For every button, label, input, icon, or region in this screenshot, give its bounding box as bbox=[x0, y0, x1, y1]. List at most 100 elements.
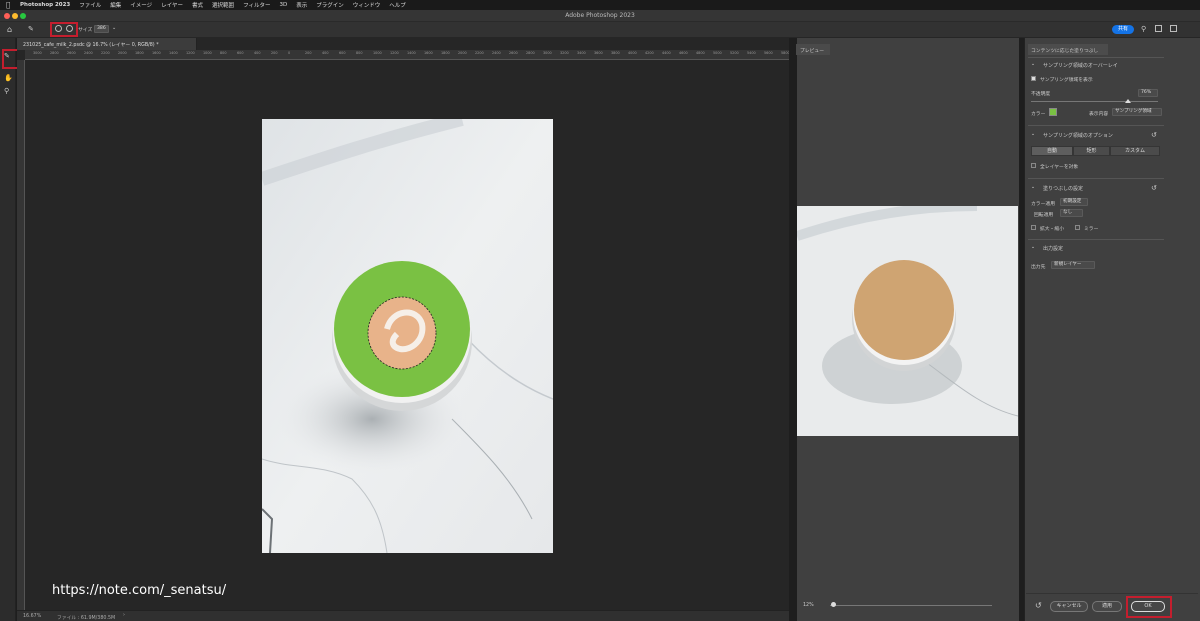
size-input[interactable]: 386 bbox=[94, 25, 109, 33]
rotation-adapt-select[interactable]: なし bbox=[1060, 209, 1083, 217]
ruler-tick: 1400 bbox=[407, 51, 416, 55]
sampling-mode-rectangle[interactable]: 矩形 bbox=[1073, 146, 1110, 156]
ruler-tick: 5200 bbox=[730, 51, 739, 55]
preview-zoom-thumb[interactable] bbox=[831, 602, 836, 607]
ruler-tick: 1800 bbox=[135, 51, 144, 55]
scale-checkbox[interactable] bbox=[1031, 225, 1036, 230]
output-select[interactable]: 新規レイヤー bbox=[1051, 261, 1095, 269]
divider bbox=[1028, 178, 1164, 179]
overlay-color-swatch[interactable] bbox=[1049, 108, 1057, 116]
menu-item-image[interactable]: イメージ bbox=[130, 1, 152, 9]
ok-highlight-box bbox=[1126, 596, 1172, 618]
sampling-mode-custom[interactable]: カスタム bbox=[1110, 146, 1160, 156]
opacity-slider[interactable] bbox=[1031, 101, 1158, 102]
menu-app-name[interactable]: Photoshop 2023 bbox=[20, 2, 70, 8]
ruler-tick: 1600 bbox=[424, 51, 433, 55]
indicates-label: 表示内容 bbox=[1089, 112, 1109, 117]
rotation-adapt-label: 回転適用 bbox=[1034, 213, 1054, 218]
color-adapt-label: カラー適用 bbox=[1031, 202, 1055, 207]
reset-fill-icon[interactable]: ↺ bbox=[1151, 184, 1157, 192]
menu-item-filter[interactable]: フィルター bbox=[243, 1, 270, 9]
output-section-title[interactable]: 出力設定 bbox=[1043, 245, 1063, 252]
ruler-tick: 3400 bbox=[577, 51, 586, 55]
mirror-checkbox[interactable] bbox=[1075, 225, 1080, 230]
ruler-tick: 3600 bbox=[594, 51, 603, 55]
opacity-input[interactable]: 76% bbox=[1138, 89, 1158, 97]
menu-item-window[interactable]: ウィンドウ bbox=[353, 1, 381, 9]
collapse-chevron-icon[interactable]: ⌄ bbox=[1031, 245, 1035, 250]
ruler-tick: 600 bbox=[339, 51, 346, 55]
overlay-color-label: カラー bbox=[1031, 112, 1046, 117]
color-adapt-select[interactable]: 初期設定 bbox=[1060, 198, 1088, 206]
hand-tool-icon[interactable]: ✋ bbox=[4, 74, 13, 82]
overlay-section-title[interactable]: サンプリング領域のオーバーレイ bbox=[1043, 62, 1118, 69]
show-sampling-checkbox[interactable] bbox=[1031, 76, 1036, 81]
collapse-chevron-icon[interactable]: ⌄ bbox=[1031, 62, 1035, 67]
ruler-tick: 1200 bbox=[390, 51, 399, 55]
menu-item-layer[interactable]: レイヤー bbox=[161, 1, 183, 9]
opacity-slider-thumb[interactable] bbox=[1124, 99, 1131, 103]
mirror-label: ミラー bbox=[1084, 227, 1099, 232]
menu-item-view[interactable]: 表示 bbox=[296, 1, 307, 9]
ruler-tick: 1800 bbox=[441, 51, 450, 55]
fill-settings-title[interactable]: 塗りつぶしの設定 bbox=[1043, 185, 1083, 192]
sampling-section-title[interactable]: サンプリング領域のオプション bbox=[1043, 132, 1113, 139]
collapse-chevron-icon[interactable]: ⌄ bbox=[1031, 132, 1035, 137]
menu-item-help[interactable]: ヘルプ bbox=[389, 1, 406, 9]
ruler-tick: 4400 bbox=[662, 51, 671, 55]
ruler-tick: 1200 bbox=[186, 51, 195, 55]
indicates-select[interactable]: サンプリング領域 bbox=[1112, 108, 1162, 116]
preview-zoom-slider[interactable] bbox=[830, 605, 992, 606]
collapse-chevron-icon[interactable]: ⌄ bbox=[1031, 185, 1035, 190]
menu-item-select[interactable]: 選択範囲 bbox=[212, 1, 234, 9]
vertical-ruler bbox=[17, 60, 25, 610]
cancel-button[interactable]: キャンセル bbox=[1050, 601, 1088, 612]
ruler-tick: 2400 bbox=[84, 51, 93, 55]
ruler-tick: 5400 bbox=[747, 51, 756, 55]
ruler-tick: 4000 bbox=[628, 51, 637, 55]
menu-item-plugins[interactable]: プラグイン bbox=[316, 1, 344, 9]
ruler-tick: 800 bbox=[356, 51, 363, 55]
ruler-tick: 4800 bbox=[696, 51, 705, 55]
preview-tab[interactable]: プレビュー bbox=[796, 44, 830, 55]
workspace-icon[interactable] bbox=[1155, 25, 1162, 32]
ruler-tick: 200 bbox=[305, 51, 312, 55]
watermark-url: https://note.com/_senatsu/ bbox=[52, 583, 227, 598]
scale-label: 拡大・縮小 bbox=[1040, 227, 1064, 232]
options-highlight-box bbox=[50, 22, 78, 37]
apple-icon[interactable]:  bbox=[6, 1, 20, 9]
zoom-tool-icon[interactable]: ⚲ bbox=[4, 87, 9, 95]
mac-menu-bar:  Photoshop 2023 ファイル 編集 イメージ レイヤー 書式 選択… bbox=[0, 0, 1200, 10]
ruler-tick: 5000 bbox=[713, 51, 722, 55]
search-icon[interactable]: ⚲ bbox=[1141, 25, 1146, 33]
horizontal-ruler: 3000 2800 2600 2400 2200 2000 1800 1600 … bbox=[25, 50, 789, 60]
brush-tool-icon[interactable]: ✎ bbox=[28, 25, 34, 33]
status-menu-icon[interactable]: › bbox=[123, 613, 125, 618]
zoom-level[interactable]: 16.67% bbox=[23, 614, 41, 619]
window-title: Adobe Photoshop 2023 bbox=[565, 12, 635, 19]
filled-coffee-surface bbox=[854, 260, 954, 360]
document-tab[interactable]: 231025_cafe_milk_2.psdc @ 16.7% (レイヤー 0,… bbox=[17, 38, 197, 50]
panel-tab[interactable]: コンテンツに応じた塗りつぶし bbox=[1028, 44, 1108, 55]
menu-item-file[interactable]: ファイル bbox=[79, 1, 101, 9]
all-layers-label: 全レイヤーを対象 bbox=[1040, 165, 1079, 170]
sampling-mode-auto[interactable]: 自動 bbox=[1031, 146, 1073, 156]
apply-button[interactable]: 適用 bbox=[1092, 601, 1122, 612]
preview-zoom[interactable]: 12% bbox=[803, 603, 814, 608]
menu-item-edit[interactable]: 編集 bbox=[110, 1, 121, 9]
size-dropdown-icon[interactable]: ⌄ bbox=[112, 25, 116, 31]
menu-item-3d[interactable]: 3D bbox=[279, 2, 287, 8]
document-image[interactable] bbox=[262, 119, 553, 553]
menu-item-type[interactable]: 書式 bbox=[192, 1, 203, 9]
preview-image[interactable] bbox=[797, 206, 1018, 436]
ruler-tick: 2000 bbox=[118, 51, 127, 55]
ruler-tick: 0 bbox=[288, 51, 291, 55]
all-layers-checkbox[interactable] bbox=[1031, 163, 1036, 168]
file-size-status: ファイル : 61.9M/380.5M bbox=[57, 616, 116, 621]
reset-all-icon[interactable]: ↺ bbox=[1035, 601, 1042, 610]
panels-icon[interactable] bbox=[1170, 25, 1177, 32]
reset-sampling-icon[interactable]: ↺ bbox=[1151, 131, 1157, 139]
share-button[interactable]: 共有 bbox=[1112, 25, 1134, 34]
fill-selection[interactable] bbox=[367, 296, 437, 370]
home-icon[interactable]: ⌂ bbox=[7, 25, 12, 34]
